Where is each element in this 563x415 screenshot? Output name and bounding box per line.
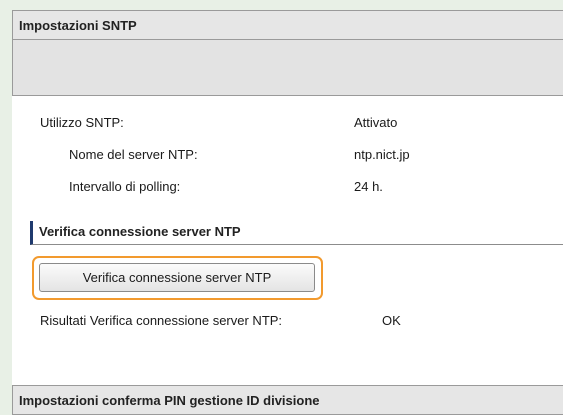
verify-section-header: Verifica connessione server NTP bbox=[30, 221, 563, 245]
verify-connection-button[interactable]: Verifica connessione server NTP bbox=[39, 263, 315, 292]
verify-button-highlight: Verifica connessione server NTP bbox=[32, 256, 323, 300]
verify-result-value: OK bbox=[382, 313, 401, 328]
pin-settings-title: Impostazioni conferma PIN gestione ID di… bbox=[19, 393, 320, 408]
sntp-usage-value: Attivato bbox=[354, 115, 398, 130]
verify-result-label: Risultati Verifica connessione server NT… bbox=[40, 313, 283, 328]
ntp-server-value: ntp.nict.jp bbox=[354, 147, 410, 162]
polling-interval-value: 24 h. bbox=[354, 179, 383, 194]
page-title: Impostazioni SNTP bbox=[19, 18, 137, 33]
pin-settings-header: Impostazioni conferma PIN gestione ID di… bbox=[12, 385, 563, 415]
sntp-settings-panel: Impostazioni SNTP Utilizzo SNTP: Attivat… bbox=[12, 10, 563, 415]
verify-section-title: Verifica connessione server NTP bbox=[39, 224, 241, 239]
polling-interval-label: Intervallo di polling: bbox=[69, 179, 181, 194]
sntp-settings-header: Impostazioni SNTP bbox=[12, 10, 563, 40]
ntp-server-label: Nome del server NTP: bbox=[69, 147, 198, 162]
sntp-usage-label: Utilizzo SNTP: bbox=[40, 115, 124, 130]
message-area bbox=[12, 39, 563, 96]
